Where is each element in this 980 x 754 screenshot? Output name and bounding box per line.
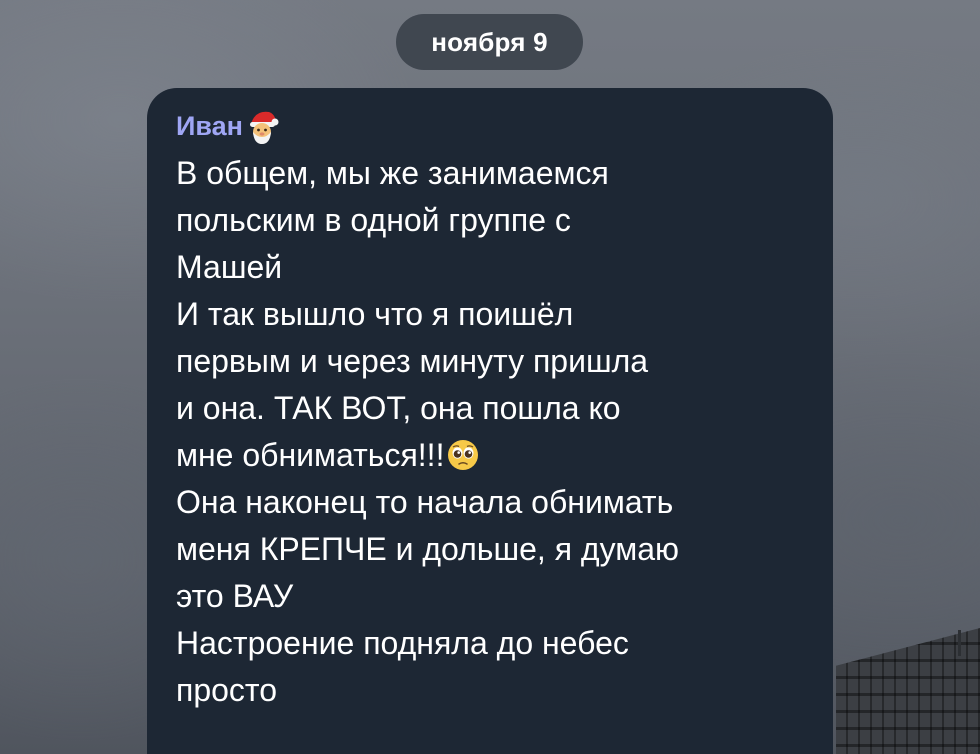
message-line: меня КРЕПЧЕ и дольше, я думаю (176, 531, 680, 567)
message-line: мне обниматься!!! (176, 437, 445, 473)
message-text: В общем, мы же занимаемся польским в одн… (176, 150, 816, 714)
message-line: первым и через минуту пришла (176, 343, 649, 379)
message-line: польским в одной группе с (176, 202, 571, 238)
message-line: Настроение подняла до небес (176, 625, 629, 661)
message-sender: Иван (176, 104, 803, 148)
background-antenna (958, 630, 961, 656)
message-line: и она. ТАК ВОТ, она пошла ко (176, 390, 621, 426)
date-separator: ноября 9 (396, 14, 583, 70)
message-line: И так вышло что я поишёл (176, 296, 574, 332)
pleading-face-icon (448, 439, 479, 470)
message-line-with-emoji: мне обниматься!!! (176, 432, 816, 479)
message-line: Машей (176, 249, 283, 285)
message-line: это ВАУ (176, 578, 294, 614)
message-line: просто (176, 672, 278, 708)
santa-face-icon (249, 111, 279, 144)
sender-name[interactable]: Иван (176, 112, 243, 140)
message-line: Она наконец то начала обнимать (176, 484, 674, 520)
message-bubble[interactable]: Иван В общем, мы же занимаемся польским … (147, 88, 833, 754)
message-line: В общем, мы же занимаемся (176, 155, 609, 191)
